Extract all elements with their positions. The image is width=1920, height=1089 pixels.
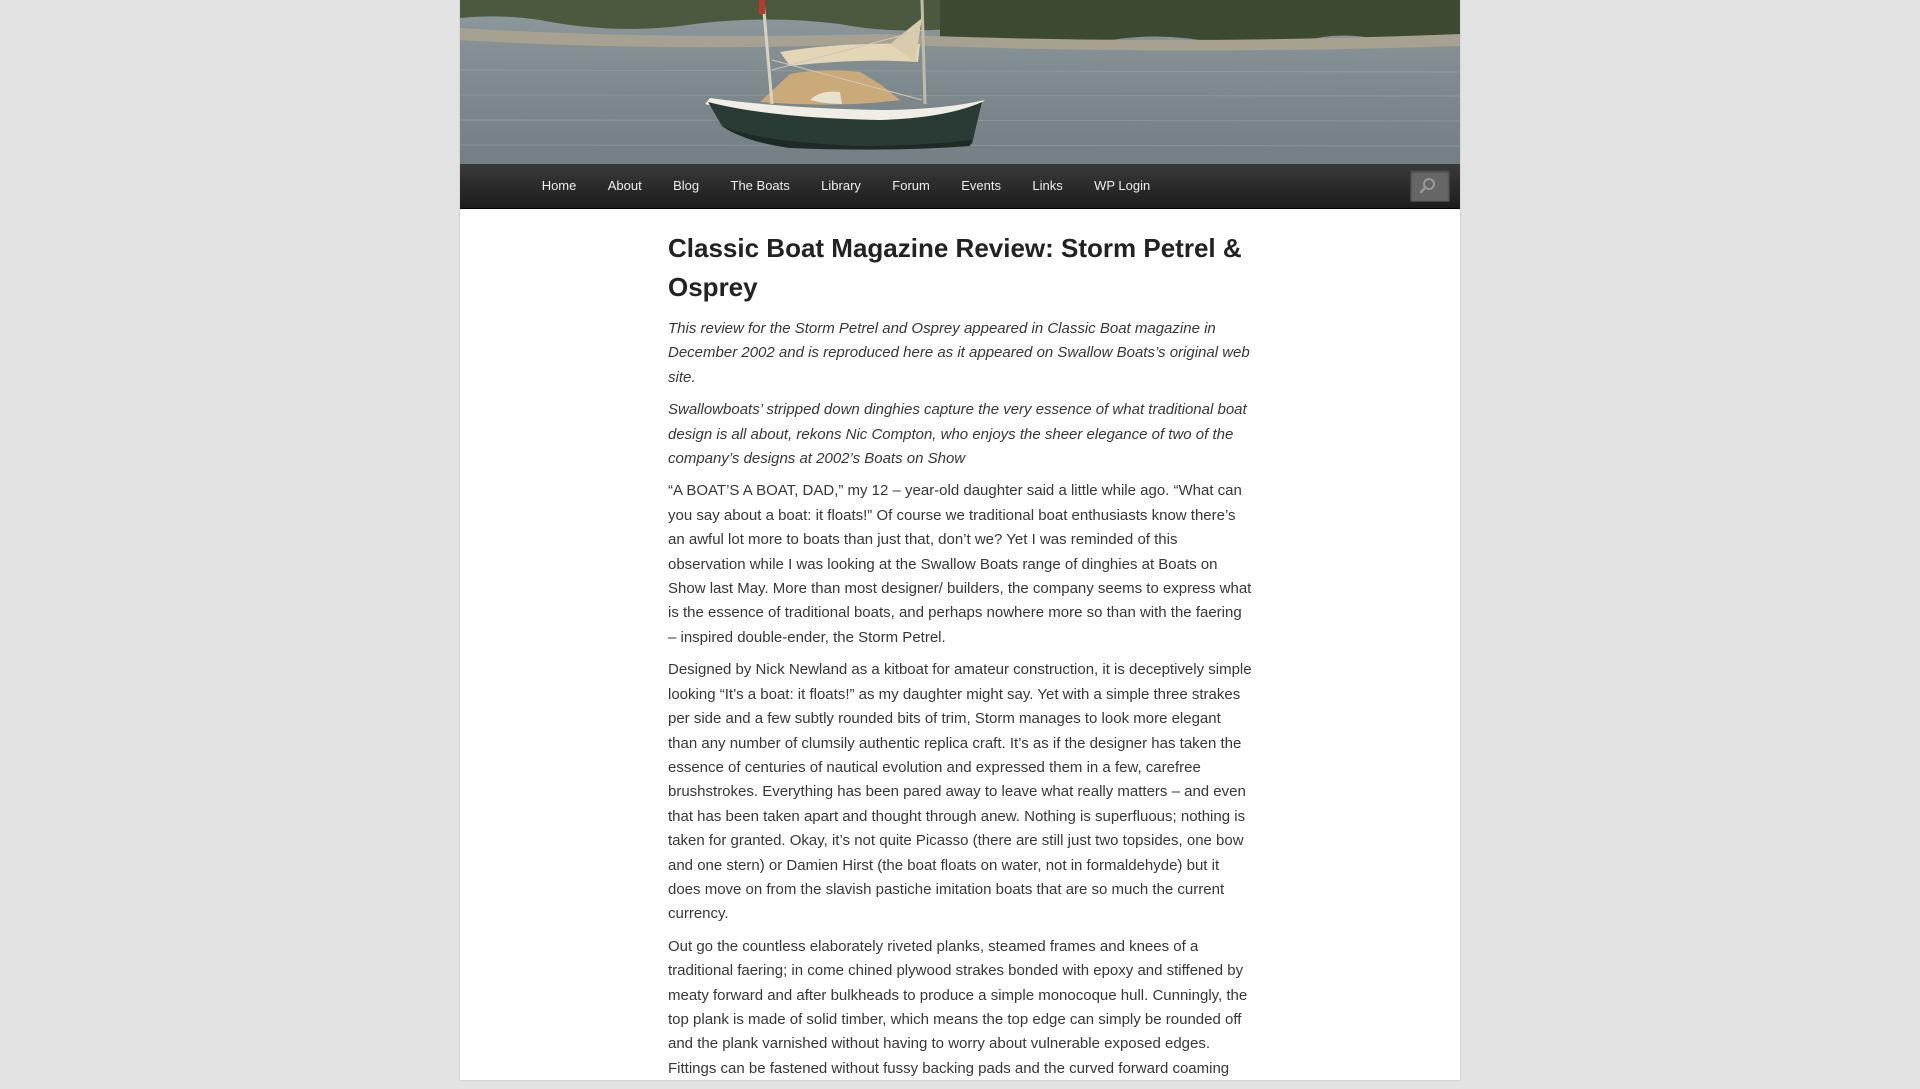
intro-paragraph-source: This review for the Storm Petrel and Osp… xyxy=(668,320,1250,386)
nav-item-events[interactable]: Events xyxy=(946,164,1017,208)
search-input[interactable] xyxy=(1410,170,1450,202)
intro-paragraph-standfirst: Swallowboats’ stripped down dinghies cap… xyxy=(668,401,1247,468)
page-wrapper: Home About Blog The Boats Library Forum … xyxy=(460,0,1460,1080)
body-paragraph-1: “A BOAT’S A BOAT, DAD,” my 12 – year-old… xyxy=(668,482,1252,646)
nav-item-forum[interactable]: Forum xyxy=(877,164,946,208)
body-paragraph-3: Out go the countless elaborately riveted… xyxy=(668,937,1248,1077)
nav-item-library[interactable]: Library xyxy=(805,164,876,208)
nav-item-about[interactable]: About xyxy=(592,164,657,208)
search-icon xyxy=(1419,177,1437,200)
article-content: Classic Boat Magazine Review: Storm Petr… xyxy=(668,210,1253,1089)
main-navigation: Home About Blog The Boats Library Forum … xyxy=(460,164,1460,209)
nav-item-links[interactable]: Links xyxy=(1017,164,1079,208)
header-photo-sailboat[interactable] xyxy=(460,0,1460,164)
nav-item-wp-login[interactable]: WP Login xyxy=(1078,164,1166,208)
nav-item-home[interactable]: Home xyxy=(526,164,592,208)
body-paragraph-2: Designed by Nick Newland as a kitboat fo… xyxy=(668,661,1252,923)
nav-item-blog[interactable]: Blog xyxy=(657,164,714,208)
nav-item-the-boats[interactable]: The Boats xyxy=(715,164,806,208)
page-title[interactable]: Classic Boat Magazine Review: Storm Petr… xyxy=(668,229,1253,307)
